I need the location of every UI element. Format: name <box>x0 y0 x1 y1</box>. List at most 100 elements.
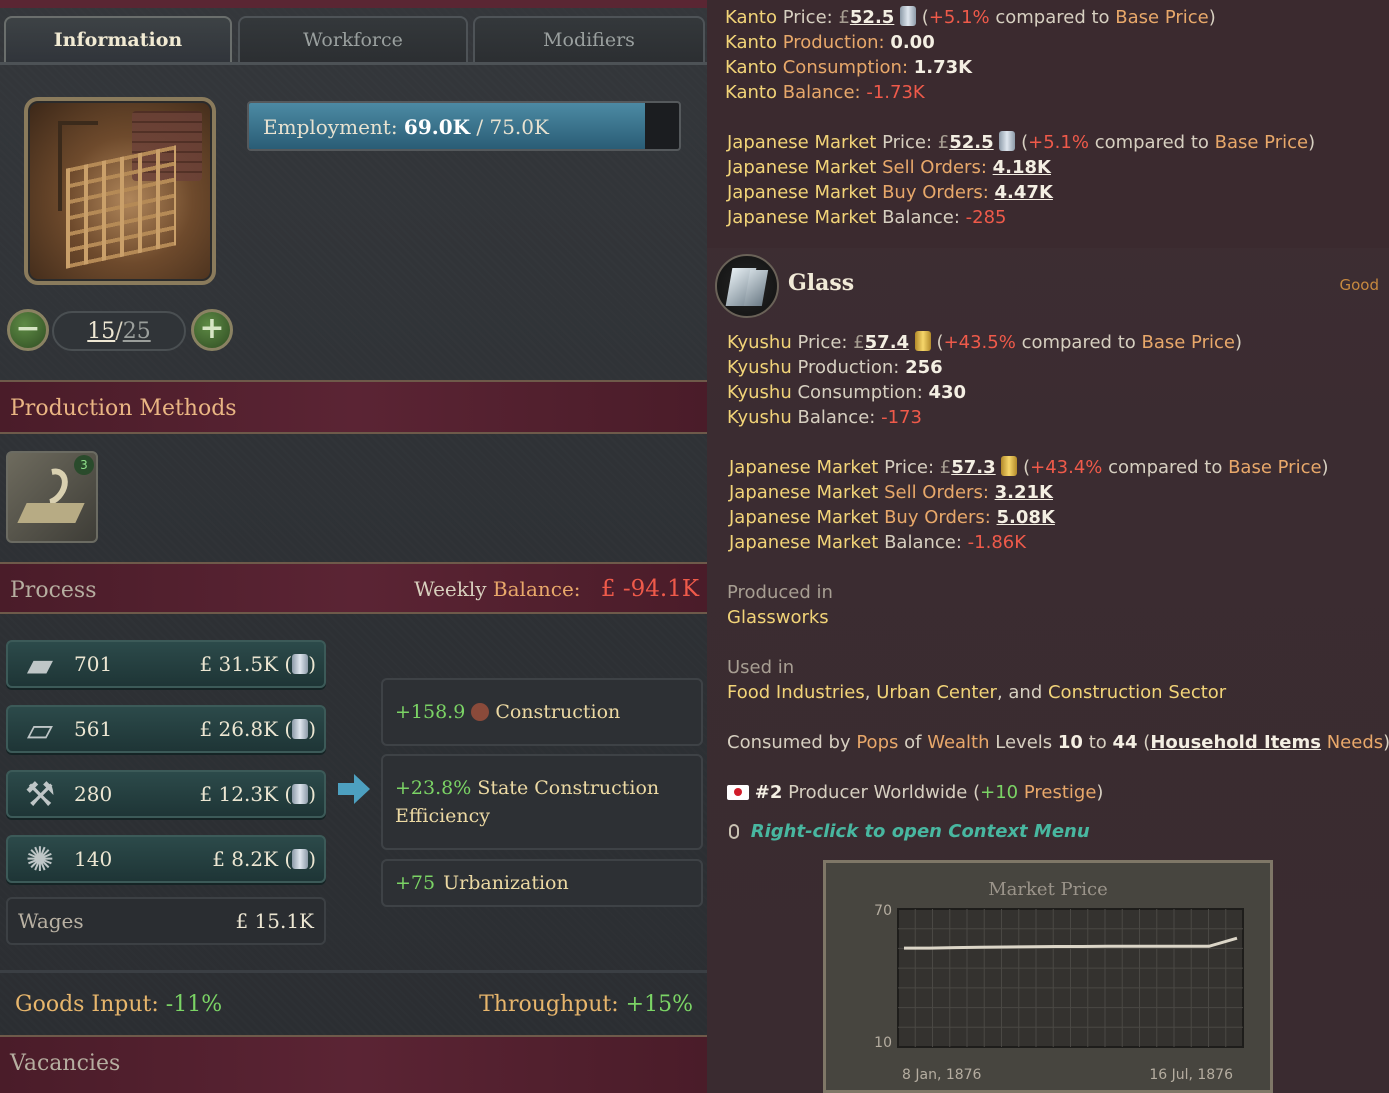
output-value: +23.8% <box>395 777 472 799</box>
label: Production: <box>782 32 885 53</box>
divider <box>0 970 707 973</box>
produced-in-label: Produced in <box>727 582 833 603</box>
throughput-value: +15% <box>625 992 693 1017</box>
value[interactable]: 5.08K <box>997 507 1055 528</box>
household-items-link[interactable]: Household Items <box>1150 732 1321 753</box>
input-qty: 280 <box>74 782 113 806</box>
vacancies-title: Vacancies <box>10 1051 121 1076</box>
used-in-line: Food Industries, Urban Center, and Const… <box>727 682 1227 703</box>
pops-link[interactable]: Pops <box>856 732 898 753</box>
jp-sell-line: Japanese Market Sell Orders: 4.18K <box>727 155 1051 180</box>
needs-link[interactable]: Needs <box>1327 732 1383 753</box>
kyushu-consumption-line: Kyushu Consumption: 430 <box>727 380 966 405</box>
price-value[interactable]: 57.3 <box>951 457 995 478</box>
production-method-button[interactable]: 3 <box>6 451 98 543</box>
value: -1.86K <box>967 532 1027 553</box>
good-tag: Good <box>1339 276 1380 294</box>
consumed-by-line: Consumed by Pops of Wealth Levels 10 to … <box>727 732 1389 753</box>
x-tick-label: 16 Jul, 1876 <box>1149 1067 1233 1083</box>
percent: +5.1% <box>928 7 990 28</box>
used-in-link[interactable]: Food Industries <box>727 682 865 703</box>
base-price-link[interactable]: Base Price <box>1115 7 1208 28</box>
paren: ) <box>308 847 316 871</box>
process-title: Process <box>10 578 97 603</box>
tab-information[interactable]: Information <box>4 16 232 64</box>
silver-coin-icon <box>900 6 917 26</box>
tools-icon: ⚒ <box>24 775 56 815</box>
output-label: Construction <box>495 701 621 723</box>
building-portrait <box>24 97 216 285</box>
decrease-level-button[interactable]: − <box>7 309 49 351</box>
tab-workforce[interactable]: Workforce <box>238 16 468 64</box>
price-value[interactable]: 52.5 <box>850 7 894 28</box>
market-name: Japanese Market <box>727 182 877 203</box>
glass-icon: ▱ <box>26 710 54 750</box>
silver-coin-icon <box>999 131 1016 151</box>
paren: ) <box>308 782 316 806</box>
label: Sell Orders: <box>884 482 989 503</box>
input-cost: £ 8.2K ( <box>212 847 293 871</box>
input-qty: 701 <box>74 652 113 676</box>
input-steel-row[interactable]: ▰ 701 £ 31.5K () <box>6 640 326 688</box>
value: 256 <box>905 357 943 378</box>
tab-modifiers[interactable]: Modifiers <box>473 16 705 64</box>
balance-label: Balance: <box>492 577 581 601</box>
throughput: Throughput: +15% <box>479 992 693 1017</box>
region-name: Kanto <box>725 82 777 103</box>
level-current: 15 <box>87 319 116 344</box>
label: to <box>1088 732 1107 753</box>
value[interactable]: 4.18K <box>993 157 1051 178</box>
process-header: Process Weekly Balance: £ -94.1K <box>0 562 707 614</box>
used-in-link[interactable]: Construction Sector <box>1048 682 1226 703</box>
wealth-link[interactable]: Wealth <box>927 732 989 753</box>
output-efficiency[interactable]: +23.8% State Construction Efficiency <box>381 754 703 850</box>
glass-icon <box>715 254 779 318</box>
label: Balance: <box>884 532 962 553</box>
output-construction[interactable]: +158.9 Construction <box>381 678 703 746</box>
base-price-link[interactable]: Base Price <box>1142 332 1235 353</box>
level-max: 25 <box>122 319 151 344</box>
base-price-link[interactable]: Base Price <box>1215 132 1308 153</box>
input-tools-row[interactable]: ⚒ 280 £ 12.3K () <box>6 770 326 818</box>
produced-in-link[interactable]: Glassworks <box>727 605 829 630</box>
value[interactable]: 3.21K <box>995 482 1053 503</box>
region-name: Kyushu <box>727 382 792 403</box>
market-name: Japanese Market <box>729 532 879 553</box>
kanto-price-line: Kanto Price: £52.5 (+5.1% compared to Ba… <box>725 6 1216 28</box>
mouse-icon <box>729 824 739 839</box>
label: compared to <box>1108 457 1223 478</box>
output-urbanization[interactable]: +75 Urbanization <box>381 859 703 907</box>
input-explosives-row[interactable]: ✺ 140 £ 8.2K () <box>6 835 326 883</box>
silver-coin-icon <box>292 784 309 804</box>
label: of <box>904 732 922 753</box>
market-name: Japanese Market <box>729 482 879 503</box>
jp-balance-line: Japanese Market Balance: -285 <box>727 205 1007 230</box>
input-glass-row[interactable]: ▱ 561 £ 26.8K () <box>6 705 326 753</box>
input-cost: £ 12.3K ( <box>199 782 293 806</box>
label: compared to <box>1094 132 1209 153</box>
label: Production: <box>797 357 900 378</box>
value[interactable]: 4.47K <box>995 182 1053 203</box>
used-in-label: Used in <box>727 657 795 678</box>
pm-count-badge: 3 <box>74 455 94 475</box>
used-in-link[interactable]: Urban Center <box>876 682 997 703</box>
prestige-link[interactable]: Prestige <box>1024 782 1097 803</box>
value: -1.73K <box>866 82 925 103</box>
increase-level-button[interactable]: + <box>191 309 233 351</box>
percent: +43.4% <box>1030 457 1103 478</box>
value: 0.00 <box>890 32 935 53</box>
value: 10 <box>1057 732 1083 753</box>
base-price-link[interactable]: Base Price <box>1228 457 1321 478</box>
context-hint-line: Right-click to open Context Menu <box>729 819 1090 844</box>
jp-buy-line: Japanese Market Buy Orders: 4.47K <box>727 180 1053 205</box>
weekly-label: Weekly <box>414 577 487 601</box>
construction-icon <box>471 703 490 721</box>
level-separator: / <box>115 319 123 344</box>
tab-divider <box>0 62 707 65</box>
kyushu-price-line: Kyushu Price: £57.4 (+43.5% compared to … <box>727 331 1242 353</box>
price-value[interactable]: 57.4 <box>865 332 909 353</box>
value: -285 <box>965 207 1007 228</box>
price-value[interactable]: 52.5 <box>949 132 993 153</box>
production-methods-header: Production Methods <box>0 380 707 434</box>
goods-tooltip: Kanto Price: £52.5 (+5.1% compared to Ba… <box>707 0 1389 1093</box>
